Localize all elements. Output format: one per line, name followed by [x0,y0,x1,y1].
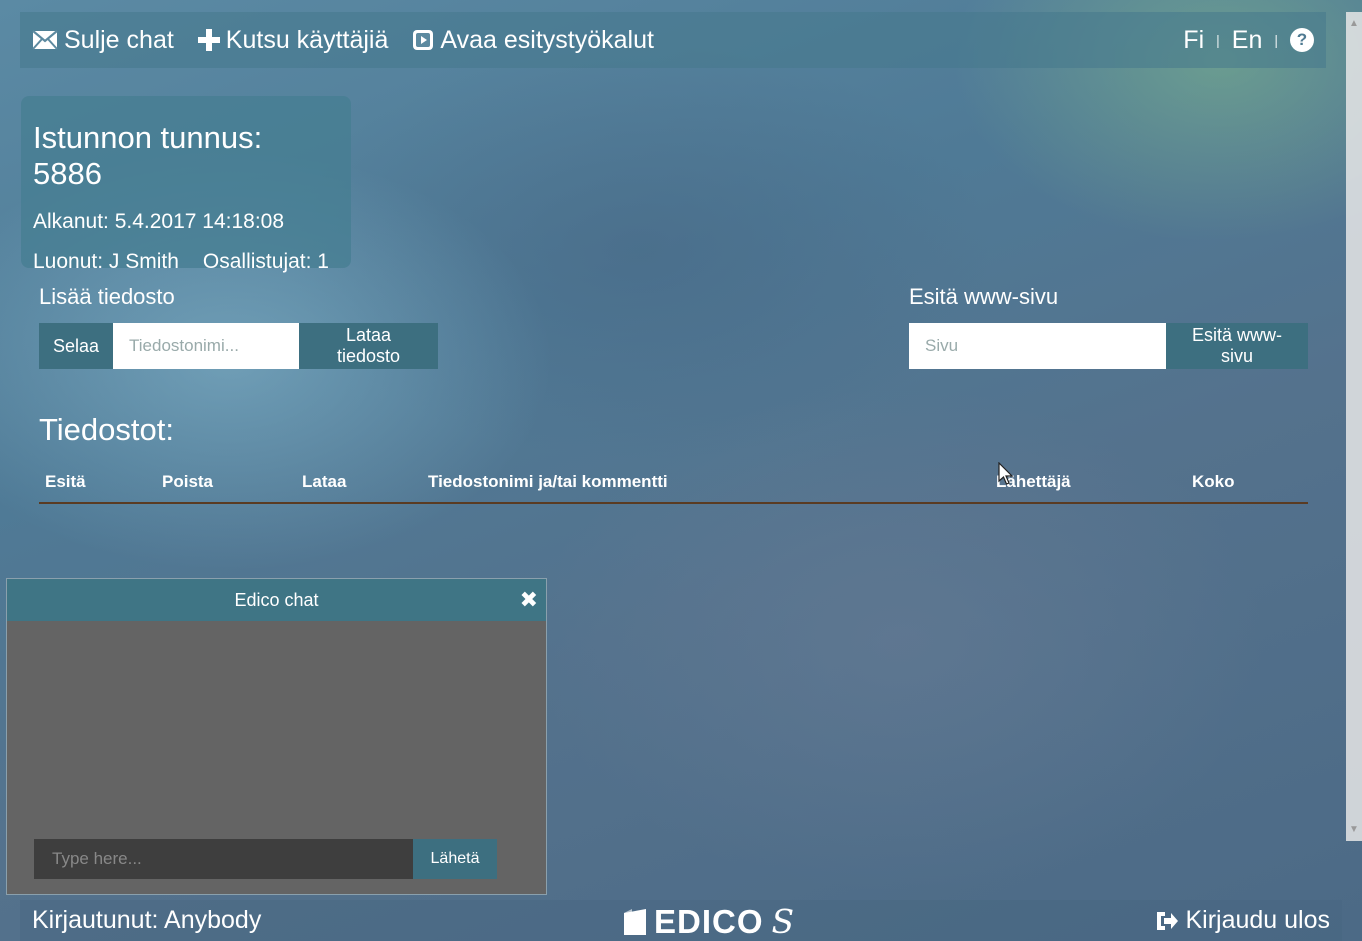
column-header-delete[interactable]: Poista [162,472,213,492]
open-presentation-tools-button[interactable]: Avaa esitystyökalut [412,26,654,55]
play-square-icon [412,29,434,51]
add-file-label: Lisää tiedosto [39,284,175,309]
open-presentation-tools-label: Avaa esitystyökalut [440,25,654,54]
session-participants: Osallistujat: 1 [202,250,329,273]
language-switcher: Fi | En | ? [1183,26,1314,55]
present-webpage-label: Esitä www-sivu [909,284,1059,309]
session-started: Alkanut: 5.4.2017 14:18:08 [33,210,285,233]
logout-button[interactable]: Kirjaudu ulos [1155,906,1330,935]
session-creator: Luonut: J Smith [33,250,179,273]
top-navbar: Sulje chat Kutsu käyttäjiä Avaa esitysty… [20,12,1326,68]
chat-window: Edico chat ✖ Lähetä [6,578,547,895]
session-info-card: Istunnon tunnus: 5886 Alkanut: 5.4.2017 … [21,96,351,273]
edico-logo-icon [622,907,648,937]
mouse-cursor-icon [998,461,1014,491]
file-upload-group: Selaa Lataa tiedosto [39,323,438,369]
chat-send-button[interactable]: Lähetä [413,839,497,879]
lang-separator: | [1274,32,1278,48]
invite-users-label: Kutsu käyttäjiä [225,25,389,54]
logged-in-user: Kirjautunut: Anybody [32,906,262,934]
lang-fi-link[interactable]: Fi [1183,26,1204,55]
column-header-size[interactable]: Koko [1192,472,1235,492]
page-scrollbar[interactable]: ▲ ▼ [1346,12,1362,841]
envelope-icon [32,30,58,50]
invite-users-button[interactable]: Kutsu käyttäjiä [197,25,389,55]
column-header-present[interactable]: Esitä [45,472,86,492]
brand-name: EDICO [654,902,764,940]
scroll-up-icon[interactable]: ▲ [1349,18,1359,29]
footer-bar: Kirjautunut: Anybody EDICO S Kirjaudu ul… [20,900,1342,941]
lang-separator: | [1216,32,1220,48]
present-webpage-button[interactable]: Esitä www-sivu [1166,323,1308,369]
column-header-download[interactable]: Lataa [302,472,346,492]
upload-file-button[interactable]: Lataa tiedosto [299,323,438,369]
close-icon[interactable]: ✖ [520,587,538,613]
chat-header[interactable]: Edico chat ✖ [7,579,546,621]
column-header-filename[interactable]: Tiedostonimi ja/tai kommentti [428,472,668,492]
session-meta-row: Luonut: J Smith Osallistujat: 1 [33,250,339,274]
webpage-group: Esitä www-sivu [909,323,1308,369]
browse-button[interactable]: Selaa [39,323,113,369]
logout-label: Kirjaudu ulos [1185,906,1330,934]
question-circle-icon[interactable]: ? [1290,28,1314,52]
webpage-url-input[interactable] [909,323,1166,369]
close-chat-label: Sulje chat [64,25,174,54]
filename-input[interactable] [113,323,299,369]
session-id-title: Istunnon tunnus: 5886 [33,120,263,191]
files-heading: Tiedostot: [39,412,174,447]
chat-message-input[interactable] [34,839,413,879]
plus-icon [197,29,220,51]
scroll-down-icon[interactable]: ▼ [1349,824,1359,835]
files-table-header: Esitä Poista Lataa Tiedostonimi ja/tai k… [39,468,1308,504]
close-chat-button[interactable]: Sulje chat [32,26,174,55]
brand-logo: EDICO S [622,902,795,941]
sign-out-icon [1155,910,1179,932]
lang-en-link[interactable]: En [1232,26,1263,55]
brand-suffix: S [771,902,796,941]
chat-input-row: Lähetä [34,839,497,879]
chat-title: Edico chat [234,589,319,610]
